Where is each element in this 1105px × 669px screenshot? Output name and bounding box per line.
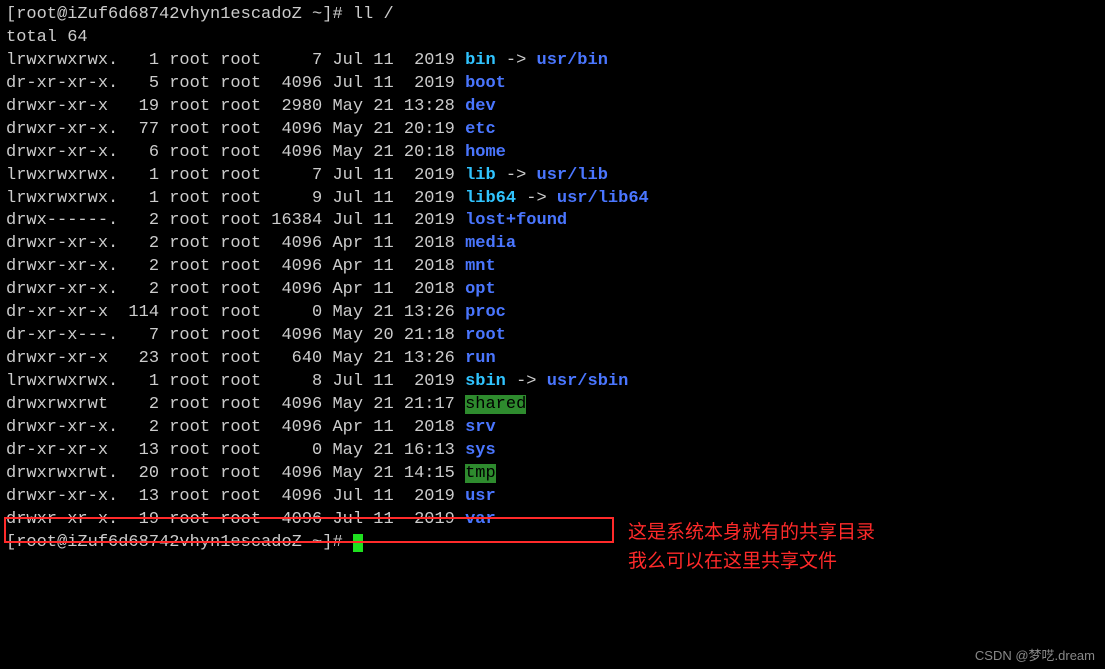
file-root: root [465, 326, 506, 345]
file-sys: sys [465, 441, 496, 460]
file-proc: proc [465, 303, 506, 322]
file-srv: srv [465, 418, 496, 437]
file-lib: lib [465, 166, 496, 185]
file-sbin: sbin [465, 372, 506, 391]
listing-row: drwxr-xr-x. 2 root root 4096 Apr 11 2018… [6, 233, 1099, 256]
file-etc: etc [465, 120, 496, 139]
file-boot: boot [465, 74, 506, 93]
listing-row: drwxr-xr-x. 19 root root 4096 Jul 11 201… [6, 509, 1099, 532]
file-shared: shared [465, 395, 526, 414]
listing-row: drwxr-xr-x. 2 root root 4096 Apr 11 2018… [6, 279, 1099, 302]
listing-row: lrwxrwxrwx. 1 root root 8 Jul 11 2019 sb… [6, 371, 1099, 394]
terminal-output[interactable]: [root@iZuf6d68742vhyn1escadoZ ~]# ll /to… [6, 4, 1099, 555]
annotation-line1: 这是系统本身就有的共享目录 [628, 519, 875, 548]
listing-row: dr-xr-x---. 7 root root 4096 May 20 21:1… [6, 325, 1099, 348]
file-lost+found: lost+found [465, 211, 567, 230]
file-opt: opt [465, 280, 496, 299]
file-run: run [465, 349, 496, 368]
listing-row: drwxrwxrwt 2 root root 4096 May 21 21:17… [6, 394, 1099, 417]
file-mnt: mnt [465, 257, 496, 276]
listing-row: lrwxrwxrwx. 1 root root 7 Jul 11 2019 bi… [6, 50, 1099, 73]
prompt-line: [root@iZuf6d68742vhyn1escadoZ ~]# ll / [6, 4, 1099, 27]
watermark: CSDN @梦呓.dream [975, 647, 1095, 665]
file-dev: dev [465, 97, 496, 116]
prompt-line-2[interactable]: [root@iZuf6d68742vhyn1escadoZ ~]# [6, 532, 1099, 555]
listing-row: lrwxrwxrwx. 1 root root 9 Jul 11 2019 li… [6, 188, 1099, 211]
link-target: usr/sbin [547, 372, 629, 391]
listing-row: lrwxrwxrwx. 1 root root 7 Jul 11 2019 li… [6, 165, 1099, 188]
file-lib64: lib64 [465, 189, 516, 208]
listing-row: drwx------. 2 root root 16384 Jul 11 201… [6, 210, 1099, 233]
file-bin: bin [465, 51, 496, 70]
listing-row: drwxrwxrwt. 20 root root 4096 May 21 14:… [6, 463, 1099, 486]
listing-row: drwxr-xr-x. 77 root root 4096 May 21 20:… [6, 119, 1099, 142]
listing-row: dr-xr-xr-x. 5 root root 4096 Jul 11 2019… [6, 73, 1099, 96]
total-line: total 64 [6, 27, 1099, 50]
listing-row: drwxr-xr-x. 6 root root 4096 May 21 20:1… [6, 142, 1099, 165]
listing-row: dr-xr-xr-x 114 root root 0 May 21 13:26 … [6, 302, 1099, 325]
file-var: var [465, 510, 496, 529]
annotation-line2: 我么可以在这里共享文件 [628, 548, 875, 577]
file-home: home [465, 143, 506, 162]
listing-row: drwxr-xr-x 19 root root 2980 May 21 13:2… [6, 96, 1099, 119]
listing-row: drwxr-xr-x. 2 root root 4096 Apr 11 2018… [6, 417, 1099, 440]
file-tmp: tmp [465, 464, 496, 483]
cursor-icon [353, 534, 363, 552]
listing-row: drwxr-xr-x 23 root root 640 May 21 13:26… [6, 348, 1099, 371]
link-target: usr/lib [537, 166, 608, 185]
listing-row: drwxr-xr-x. 13 root root 4096 Jul 11 201… [6, 486, 1099, 509]
annotation-text: 这是系统本身就有的共享目录 我么可以在这里共享文件 [628, 519, 875, 576]
link-target: usr/bin [537, 51, 608, 70]
listing-row: drwxr-xr-x. 2 root root 4096 Apr 11 2018… [6, 256, 1099, 279]
file-media: media [465, 234, 516, 253]
file-usr: usr [465, 487, 496, 506]
listing-row: dr-xr-xr-x 13 root root 0 May 21 16:13 s… [6, 440, 1099, 463]
link-target: usr/lib64 [557, 189, 649, 208]
